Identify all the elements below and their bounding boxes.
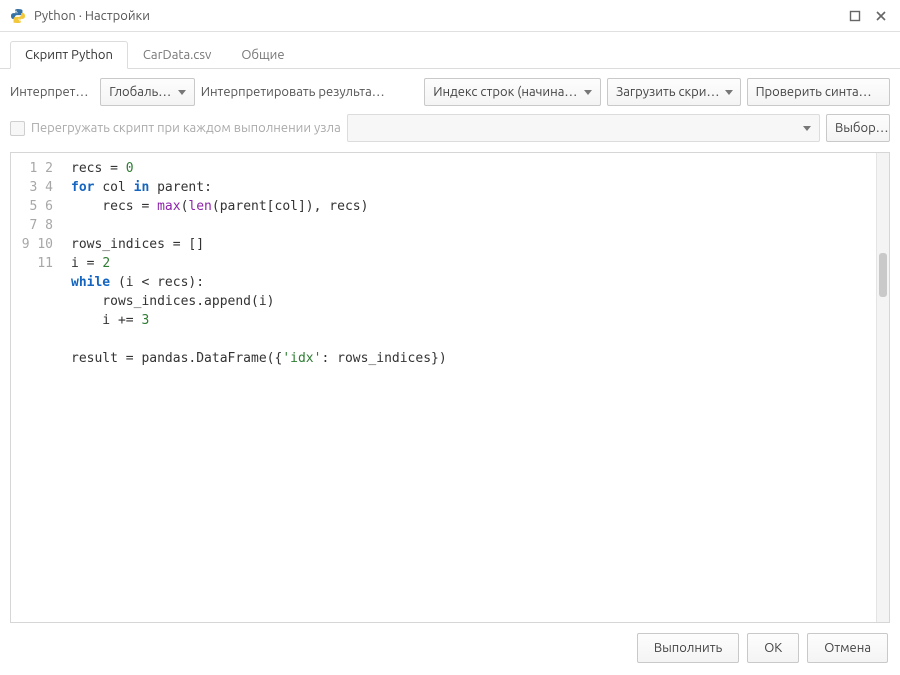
tab-general[interactable]: Общие bbox=[226, 41, 299, 69]
interpreter-label: Интерпрета… bbox=[10, 85, 94, 99]
toolbar: Интерпрета… Глобаль… Интерпретировать ре… bbox=[0, 69, 900, 148]
titlebar: Python · Настройки bbox=[0, 0, 900, 32]
interpret-results-select[interactable]: Индекс строк (начина… bbox=[424, 78, 601, 106]
footer: Выполнить OK Отмена bbox=[0, 623, 900, 675]
tabs: Скрипт Python CarData.csv Общие bbox=[0, 32, 900, 69]
select-button[interactable]: Выбор… bbox=[826, 114, 890, 142]
chevron-down-icon bbox=[725, 90, 733, 95]
chevron-down-icon bbox=[803, 126, 811, 131]
script-path-select[interactable] bbox=[347, 114, 820, 142]
code-editor[interactable]: 1 2 3 4 5 6 7 8 9 10 11 recs = 0 for col… bbox=[10, 152, 890, 623]
tab-python-script[interactable]: Скрипт Python bbox=[10, 41, 128, 69]
scrollbar-thumb[interactable] bbox=[879, 253, 887, 297]
editor-scrollbar[interactable] bbox=[876, 153, 889, 622]
ok-button[interactable]: OK bbox=[747, 633, 799, 663]
load-script-button[interactable]: Загрузить скри… bbox=[607, 78, 741, 106]
line-gutter: 1 2 3 4 5 6 7 8 9 10 11 bbox=[11, 153, 67, 622]
window-close-icon[interactable] bbox=[872, 7, 890, 25]
check-syntax-button[interactable]: Проверить синта… bbox=[747, 78, 890, 106]
interpret-results-label: Интерпретировать результа… bbox=[201, 85, 419, 99]
window-maximize-icon[interactable] bbox=[846, 7, 864, 25]
chevron-down-icon bbox=[584, 90, 592, 95]
interpreter-select[interactable]: Глобаль… bbox=[100, 78, 194, 106]
reload-script-label: Перегружать скрипт при каждом выполнении… bbox=[31, 121, 341, 135]
tab-cardata-csv[interactable]: CarData.csv bbox=[128, 41, 226, 69]
cancel-button[interactable]: Отмена bbox=[807, 633, 888, 663]
code-content[interactable]: recs = 0 for col in parent: recs = max(l… bbox=[67, 153, 889, 622]
python-icon bbox=[10, 8, 26, 24]
reload-script-checkbox[interactable] bbox=[10, 121, 25, 136]
window-title: Python · Настройки bbox=[34, 9, 150, 23]
chevron-down-icon bbox=[178, 90, 186, 95]
execute-button[interactable]: Выполнить bbox=[637, 633, 739, 663]
